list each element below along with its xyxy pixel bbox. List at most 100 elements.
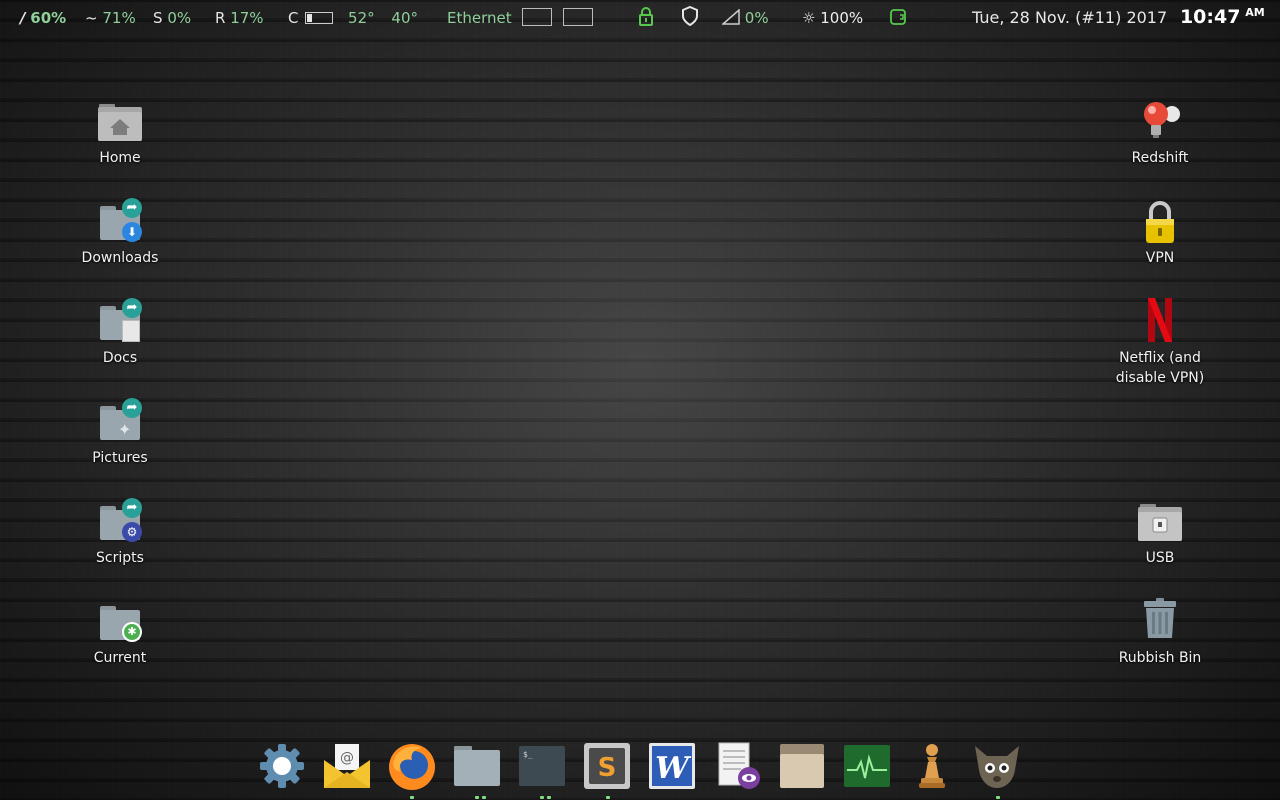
word-icon: W xyxy=(649,743,695,789)
netflix-label-line-1: Netflix (and xyxy=(1119,350,1201,366)
cpu-temp-1: 52° xyxy=(348,9,375,27)
sublime-glyph: S xyxy=(598,753,617,783)
desktop-icon-label: VPN xyxy=(1145,250,1175,266)
dock-item-system-monitor[interactable] xyxy=(841,740,893,792)
desktop-icon-vpn[interactable]: VPN xyxy=(1100,198,1220,268)
share-arrow-icon: ➦ xyxy=(122,198,142,218)
volume-icon xyxy=(721,8,740,27)
desktop-icon-home[interactable]: Home xyxy=(60,98,180,168)
dock-item-chess[interactable] xyxy=(906,740,958,792)
swap-usage[interactable]: S 0% xyxy=(153,9,191,27)
desktop-icon-rubbish-bin[interactable]: Rubbish Bin xyxy=(1100,598,1220,668)
dock-item-files[interactable] xyxy=(451,740,503,792)
cpu-load-fill xyxy=(307,13,313,22)
brightness-indicator[interactable]: ☼ 100% xyxy=(802,9,863,27)
clock-ampm: AM xyxy=(1245,6,1265,19)
netflix-label-line-2: disable VPN) xyxy=(1115,370,1205,386)
ram-usage[interactable]: R 17% xyxy=(215,9,264,27)
sublime-text-icon: S xyxy=(584,743,630,789)
swap-value: 0% xyxy=(167,9,192,27)
clock[interactable]: Tue, 28 Nov. (#11) 2017 10:47 AM xyxy=(972,6,1265,28)
home-folder-icon xyxy=(96,98,144,146)
network-download-graph xyxy=(522,7,553,26)
docs-folder-icon: ➦ xyxy=(96,298,144,346)
scripts-folder-icon: ➦ ⚙ xyxy=(96,498,144,546)
dock-item-document-viewer[interactable] xyxy=(711,740,763,792)
mail-envelope-icon: @ xyxy=(324,744,370,788)
asterisk-badge-icon: ✱ xyxy=(122,622,142,642)
desktop-icon-label: USB xyxy=(1145,550,1175,566)
share-arrow-icon: ➦ xyxy=(122,298,142,318)
desktop-icon-label: Downloads xyxy=(81,250,159,266)
cpu-label: C xyxy=(288,9,299,27)
desktop-icon-label: Netflix (and disable VPN) xyxy=(1100,348,1220,388)
running-indicator xyxy=(540,796,544,799)
dock-item-firefox[interactable] xyxy=(386,740,438,792)
running-indicator xyxy=(475,796,479,799)
running-indicator xyxy=(410,796,414,799)
desktop-icon-current[interactable]: ✱ Current xyxy=(60,598,180,668)
chess-pawn-icon xyxy=(919,744,945,788)
document-page-icon xyxy=(122,320,140,342)
desktop-icon-docs[interactable]: ➦ Docs xyxy=(60,298,180,368)
brightness-value: 100% xyxy=(820,9,864,27)
desktop-icon-label: Redshift xyxy=(1131,150,1189,166)
desktop-icon-downloads[interactable]: ➦ ⬇ Downloads xyxy=(60,198,180,268)
dock: @ $_ S W xyxy=(250,738,1030,800)
desktop-icon-usb[interactable]: USB xyxy=(1100,498,1220,568)
svg-text:@: @ xyxy=(340,750,354,766)
padlock-icon xyxy=(1136,198,1184,246)
shield-icon[interactable] xyxy=(681,5,699,30)
share-arrow-icon: ➦ xyxy=(122,398,142,418)
desktop-icon-netflix[interactable]: Netflix (and disable VPN) xyxy=(1100,298,1220,388)
download-arrow-icon: ⬇ xyxy=(122,222,142,242)
dock-item-terminal[interactable]: $_ xyxy=(516,740,568,792)
ram-label: R xyxy=(215,9,226,27)
terminal-icon: $_ xyxy=(519,746,565,786)
desktop-icon-pictures[interactable]: ➦ ✦ Pictures xyxy=(60,398,180,468)
desktop-icon-label: Current xyxy=(93,650,147,666)
dock-item-sublime-text[interactable]: S xyxy=(581,740,633,792)
firefox-icon xyxy=(389,744,435,790)
desktop-icon-label: Rubbish Bin xyxy=(1118,650,1202,666)
usb-drive-icon xyxy=(1136,498,1184,546)
cpu-load-bar xyxy=(305,11,334,24)
gear-icon xyxy=(260,744,304,788)
system-monitor-icon xyxy=(844,745,890,787)
desktop-icon-label: Home xyxy=(99,150,141,166)
network-indicator[interactable]: Ethernet xyxy=(447,7,594,28)
pictures-folder-icon: ➦ ✦ xyxy=(96,398,144,446)
top-panel: / 60% ~ 71% S 0% R 17% C 52° 40° Etherne… xyxy=(0,0,1280,36)
clock-date: Tue, 28 Nov. (#11) 2017 xyxy=(972,8,1168,27)
running-indicator xyxy=(547,796,551,799)
root-disk-value: 60% xyxy=(30,9,67,27)
network-label: Ethernet xyxy=(447,9,512,27)
gear-badge-icon: ⚙ xyxy=(122,522,142,542)
folder-icon xyxy=(454,746,500,786)
cpu-temp-2: 40° xyxy=(391,9,419,27)
svg-text:$_: $_ xyxy=(523,750,533,759)
cpu-usage[interactable]: C 52° 40° xyxy=(288,9,418,27)
running-indicator xyxy=(606,796,610,799)
dock-item-settings[interactable] xyxy=(256,740,308,792)
desktop-icon-scripts[interactable]: ➦ ⚙ Scripts xyxy=(60,498,180,568)
archive-box-icon xyxy=(780,744,824,788)
volume-indicator[interactable]: 0% xyxy=(721,8,769,27)
dock-item-archive-manager[interactable] xyxy=(776,740,828,792)
clock-time: 10:47 xyxy=(1179,6,1241,28)
power-icon[interactable] xyxy=(890,9,906,29)
desktop-icon-label: Scripts xyxy=(96,550,144,566)
home-disk-usage[interactable]: ~ 71% xyxy=(85,9,136,27)
dock-item-word[interactable]: W xyxy=(646,740,698,792)
sparkle-icon: ✦ xyxy=(118,420,132,439)
padlock-icon[interactable] xyxy=(638,6,654,30)
ram-value: 17% xyxy=(230,9,264,27)
current-folder-icon: ✱ xyxy=(96,598,144,646)
desktop-icon-redshift[interactable]: Redshift xyxy=(1100,98,1220,168)
dock-item-mail[interactable]: @ xyxy=(321,740,373,792)
dock-item-gimp[interactable] xyxy=(971,740,1023,792)
gimp-icon xyxy=(975,746,1019,788)
home-disk-label: ~ xyxy=(85,9,98,27)
share-arrow-icon: ➦ xyxy=(122,498,142,518)
root-disk-usage[interactable]: / 60% xyxy=(20,9,66,27)
